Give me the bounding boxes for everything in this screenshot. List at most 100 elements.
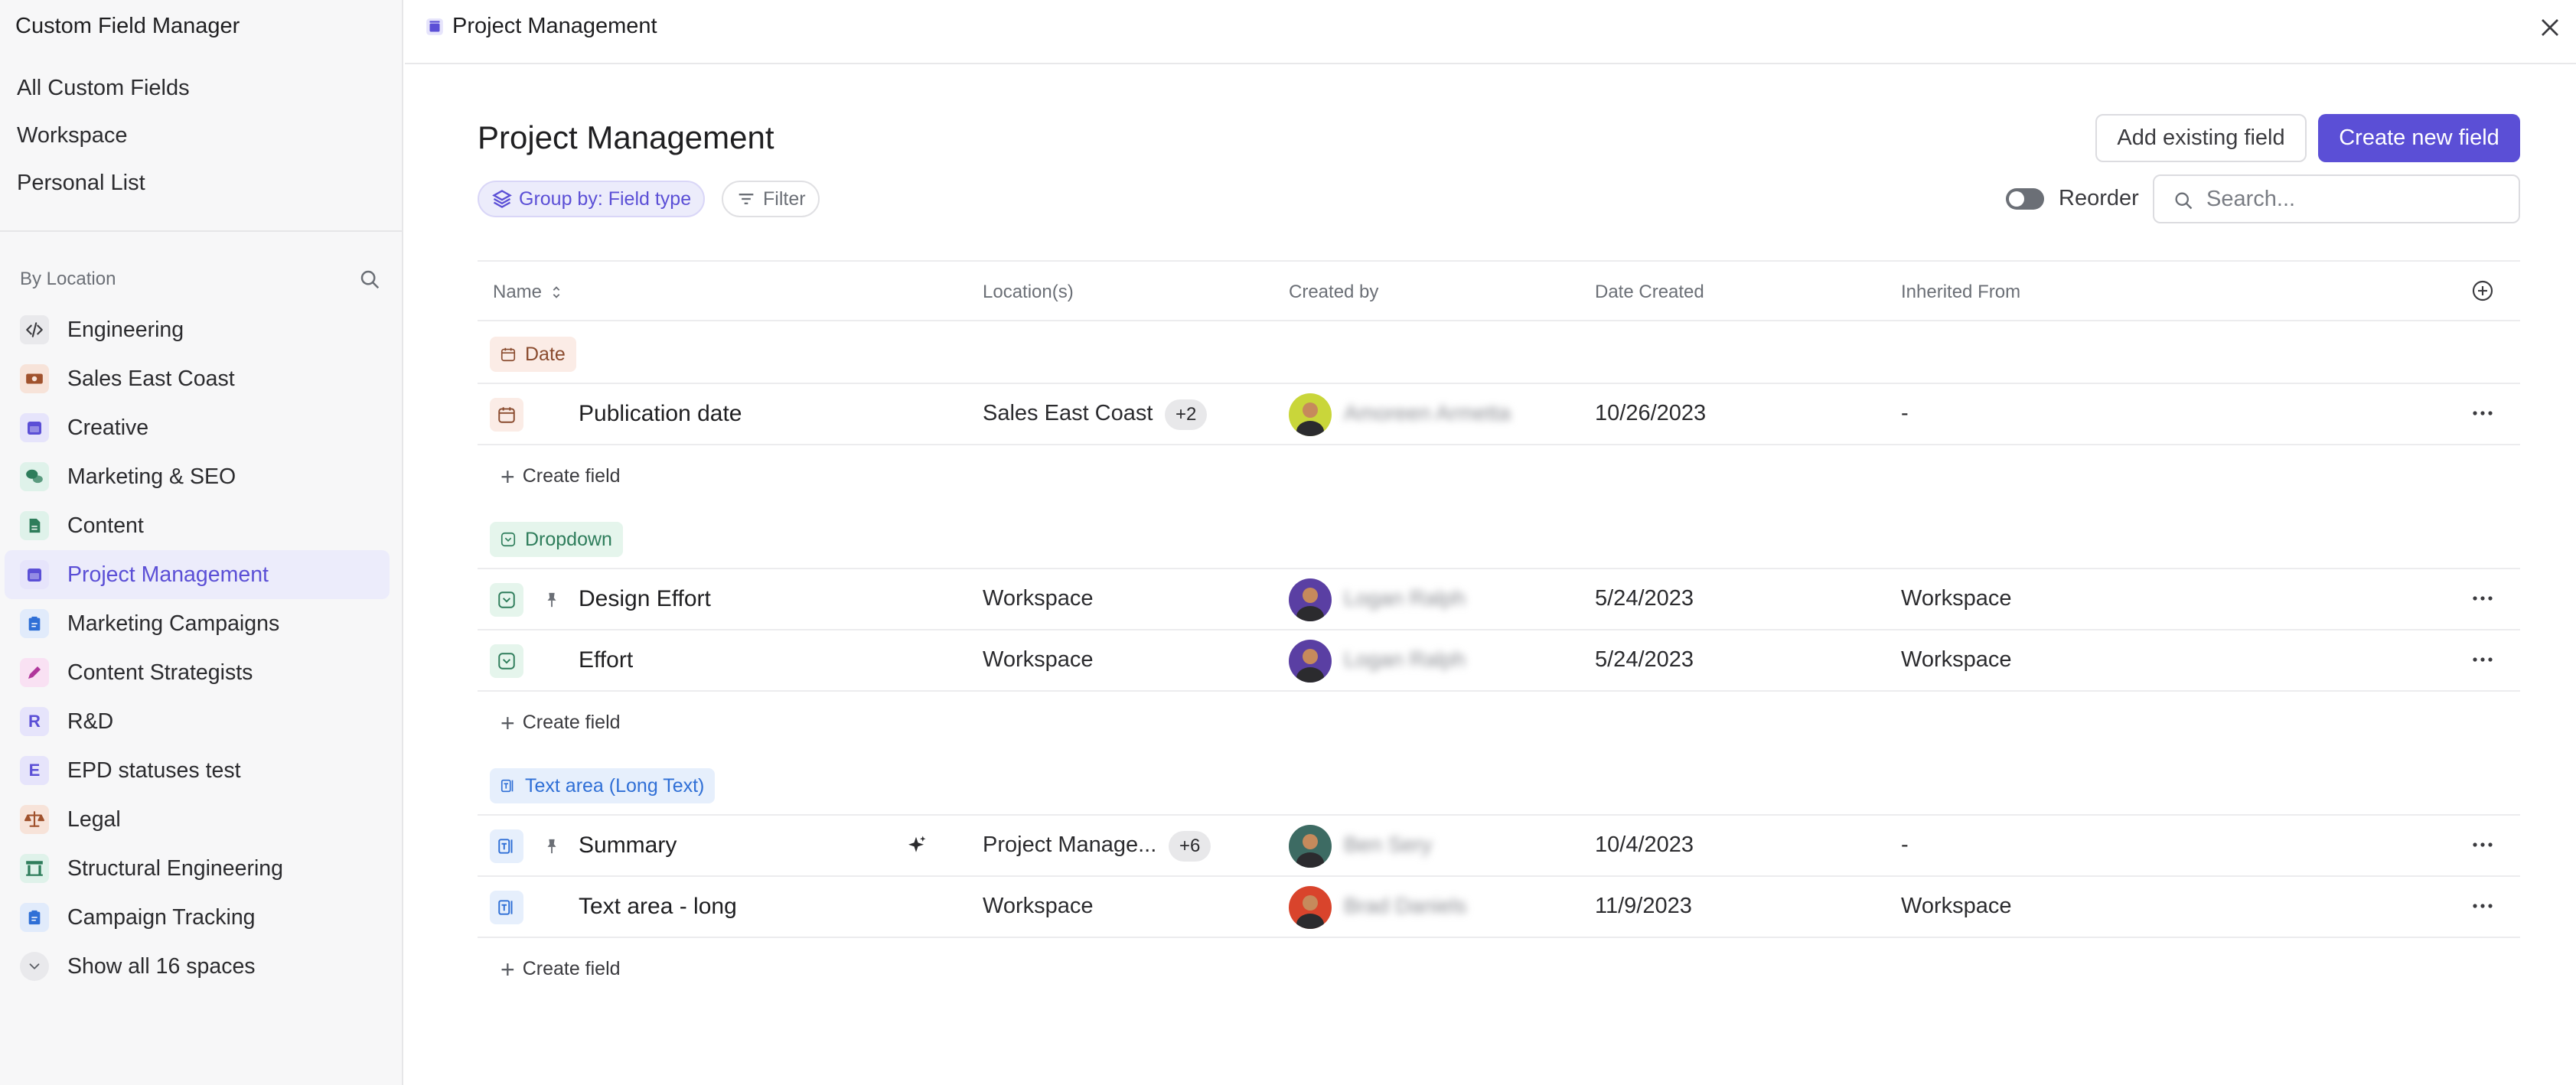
sidebar-item-workspace[interactable]: Workspace [0,118,402,165]
create-field-label: Create field [522,712,621,733]
sidebar-space-marketing-campaigns[interactable]: Marketing Campaigns [0,599,402,648]
plus-icon: + [501,709,515,737]
more-options-icon[interactable] [2470,650,2495,669]
column-header-name[interactable]: Name [493,282,565,303]
sidebar-space-marketing-seo[interactable]: Marketing & SEO [0,452,402,501]
chevron-down-icon [20,952,49,981]
field-name[interactable]: Publication date [579,401,742,427]
table-row[interactable]: Publication date Sales East Coast Amoreen … [478,384,2520,445]
more-locations-badge[interactable]: +2 [1165,399,1208,430]
sidebar-space-label: Content [67,513,144,538]
show-all-spaces-button[interactable]: Show all 16 spaces [0,942,402,991]
sidebar-space-creative[interactable]: Creative [0,403,402,452]
search-box[interactable] [2153,174,2520,223]
sidebar-space-project-management[interactable]: Project Management [5,550,390,599]
column-header-locations[interactable]: Location(s) [983,282,1074,303]
group-header-date: Date [478,321,2520,384]
sidebar-space-label: Campaign Tracking [67,904,256,930]
more-options-icon[interactable] [2470,897,2495,915]
field-type-icon [490,398,523,432]
reorder-label: Reorder [2059,186,2139,210]
reorder-toggle[interactable] [2006,188,2044,210]
sidebar-space-content[interactable]: Content [0,501,402,550]
letter-r-icon: R [20,707,49,736]
field-type-badge[interactable]: Date [490,337,576,372]
sidebar-space-engineering[interactable]: Engineering [0,305,402,354]
sidebar-space-label: Marketing Campaigns [67,611,280,636]
create-field-button[interactable]: + Create field [501,709,621,737]
create-field-button[interactable]: + Create field [501,957,621,982]
field-name[interactable]: Design Effort [579,586,711,612]
add-existing-field-button[interactable]: Add existing field [2095,114,2307,162]
table-row[interactable]: Text area - long Workspace Brad Daniels 11/… [478,877,2520,938]
layers-icon [492,190,512,208]
field-name[interactable]: Effort [579,647,633,673]
table-row[interactable]: Summary Project Manage... Ben Sery 10/4/202… [478,816,2520,877]
filter-icon [739,194,754,204]
sidebar-space-legal[interactable]: Legal [0,795,402,844]
creator-name: Ben Sery [1344,832,1433,856]
table-row[interactable]: Design Effort Workspace Logan Ralph 5/24/20… [478,569,2520,630]
sidebar-top-nav: All Custom Fields Workspace Personal Lis… [0,70,402,213]
create-new-field-button[interactable]: Create new field [2318,114,2520,162]
field-name[interactable]: Summary [579,832,677,859]
more-options-icon[interactable] [2470,589,2495,608]
topbar-title: Project Management [452,14,657,38]
sidebar-space-label: Sales East Coast [67,366,235,391]
field-type-label: Text area (Long Text) [525,774,705,797]
column-header-date-created[interactable]: Date Created [1595,282,1704,303]
sidebar-item-all-custom-fields[interactable]: All Custom Fields [0,70,402,118]
sidebar-space-label: Structural Engineering [67,855,283,881]
inherited-from: Workspace [1901,894,2012,918]
column-header-created-by[interactable]: Created by [1289,282,1378,303]
field-type-badge[interactable]: Text area (Long Text) [490,768,716,803]
group-by-button[interactable]: Group by: Field type [478,181,706,217]
location-text: Workspace [983,647,1094,672]
filter-button[interactable]: Filter [722,181,820,217]
creator-name: Brad Daniels [1344,894,1467,917]
avatar [1289,825,1332,868]
field-type-badge[interactable]: Dropdown [490,522,623,557]
field-type-icon [490,644,523,678]
sidebar-space-epd-statuses-test[interactable]: E EPD statuses test [0,746,402,795]
field-type-label: Date [525,343,566,365]
field-name[interactable]: Text area - long [579,894,737,920]
calendar-icon [20,560,49,589]
sidebar-item-personal-list[interactable]: Personal List [0,165,402,213]
pin-icon[interactable] [543,836,560,857]
group-by-label: Group by: Field type [519,187,692,210]
field-type-icon [499,777,517,795]
search-input[interactable] [2206,184,2505,214]
creator-name: Logan Ralph [1344,647,1466,671]
pin-icon[interactable] [543,589,560,611]
field-type-icon [499,530,517,549]
more-locations-badge[interactable]: +6 [1169,831,1211,862]
more-options-icon[interactable] [2470,404,2495,422]
location-text: Project Manage... [983,832,1157,857]
sidebar-space-campaign-tracking[interactable]: Campaign Tracking [0,893,402,942]
create-field-button[interactable]: + Create field [501,464,621,489]
column-header-inherited-from[interactable]: Inherited From [1901,282,2020,303]
more-options-icon[interactable] [2470,836,2495,854]
field-type-icon [490,583,523,617]
ai-sparkle-icon[interactable] [905,834,928,857]
column-name-label: Name [493,282,543,302]
close-icon[interactable] [2535,12,2565,43]
sidebar-space-label: Legal [67,806,121,832]
location-text: Sales East Coast [983,401,1153,425]
add-column-icon[interactable] [2470,279,2495,303]
search-icon[interactable] [358,268,381,291]
sidebar-space-label: Creative [67,415,149,440]
sidebar-space-r-d[interactable]: R R&D [0,697,402,746]
avatar [1289,578,1332,621]
search-icon [2175,192,2193,210]
inherited-from: Workspace [1901,586,2012,611]
calendar-icon [20,413,49,442]
inherited-from: - [1901,401,1909,425]
table-row[interactable]: Effort Workspace Logan Ralph 5/24/2023 Works… [478,630,2520,692]
sidebar-space-structural-engineering[interactable]: Structural Engineering [0,844,402,893]
sidebar-space-sales-east-coast[interactable]: Sales East Coast [0,354,402,403]
sidebar-space-content-strategists[interactable]: Content Strategists [0,648,402,697]
page-title: Project Management [478,119,774,155]
inherited-from: Workspace [1901,647,2012,672]
